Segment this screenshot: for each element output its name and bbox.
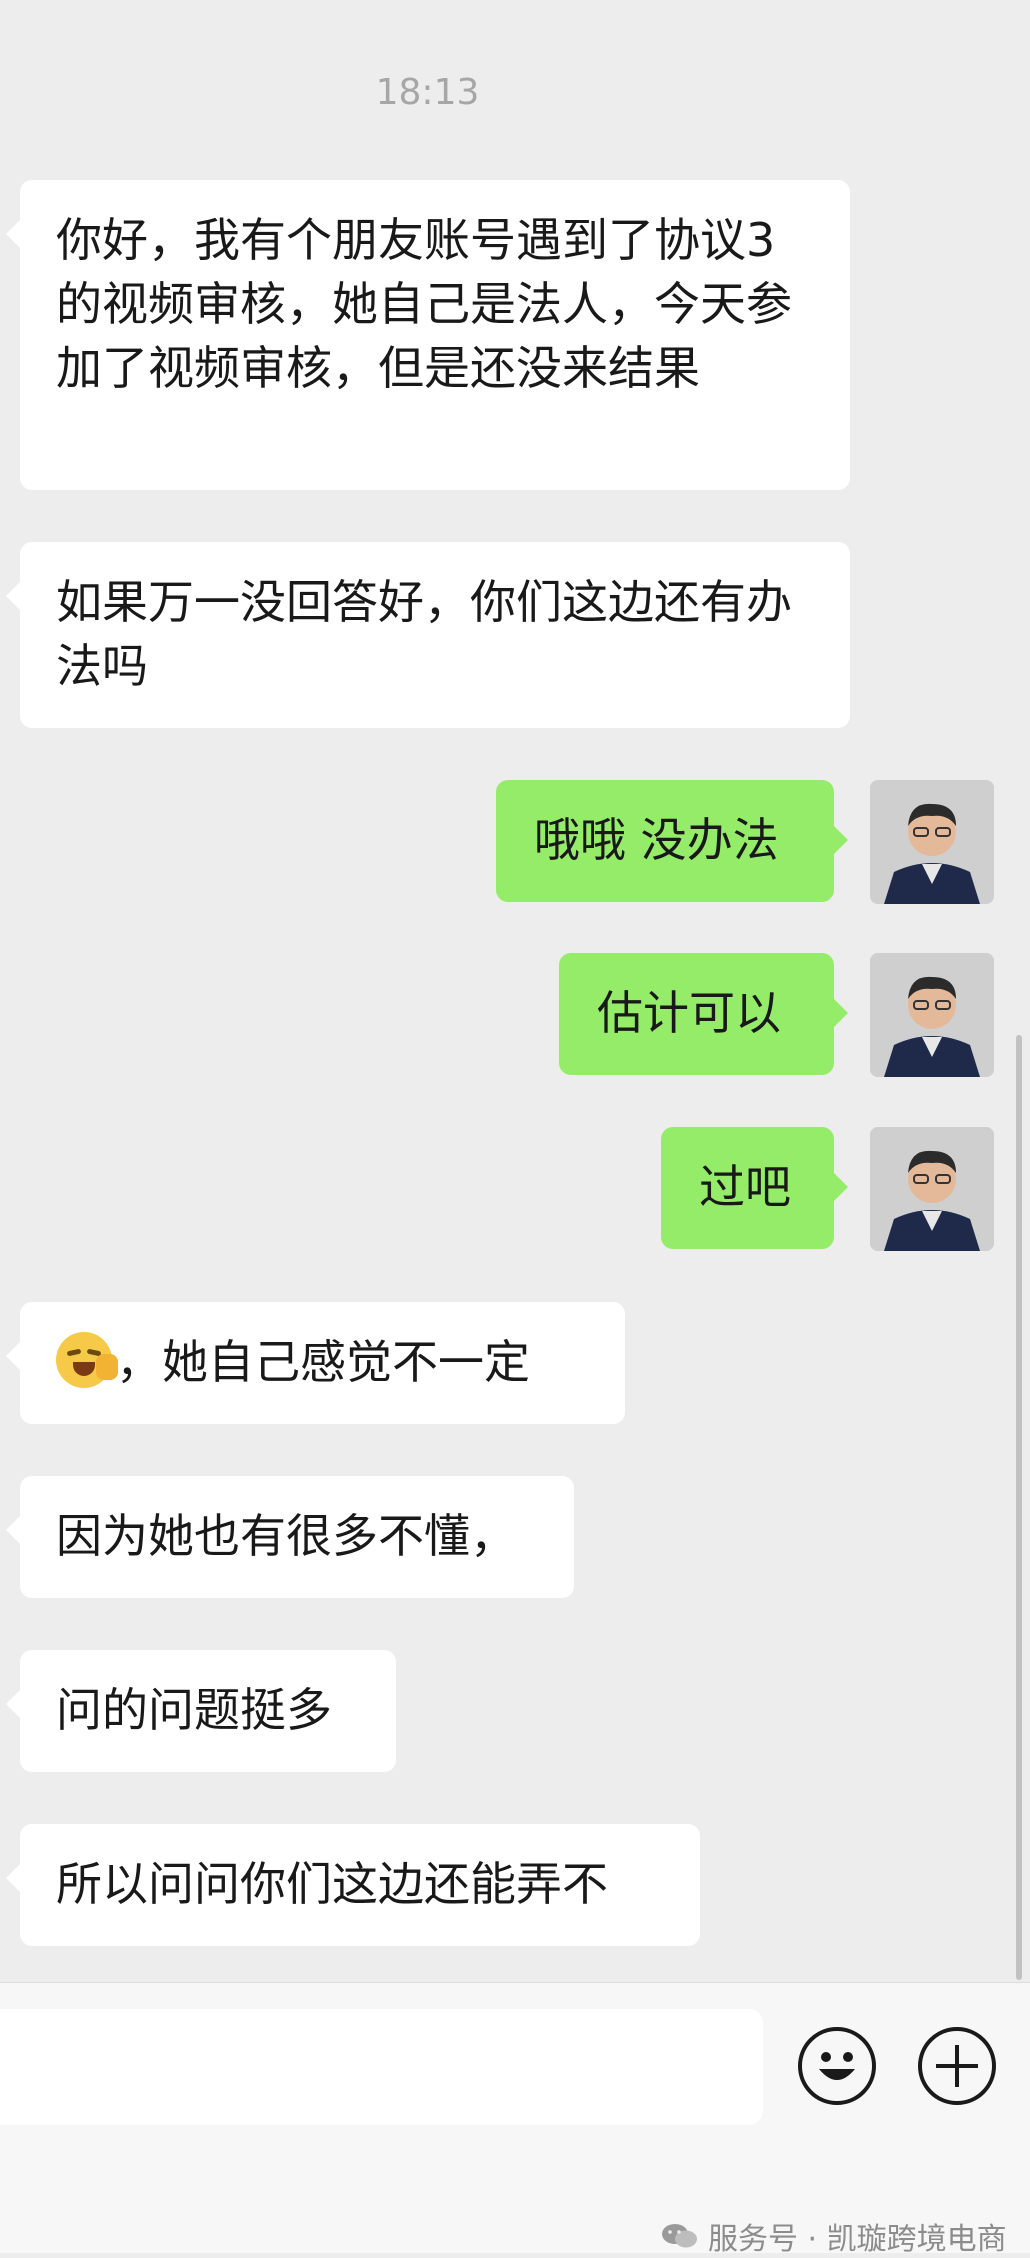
message-bubble-incoming[interactable]: 问的问题挺多 — [6, 1650, 396, 1772]
message-text: 因为她也有很多不懂， — [56, 1509, 516, 1563]
message-text: 如果万一没回答好，你们这边还有办法吗 — [56, 575, 792, 693]
message-timestamp: 18:13 — [375, 72, 480, 113]
plus-icon — [936, 2045, 978, 2087]
message-bubble-incoming[interactable]: ，她自己感觉不一定 — [6, 1302, 625, 1424]
message-bubble-outgoing[interactable]: 哦哦 没办法 — [496, 780, 848, 902]
face-palm-emoji-icon — [56, 1332, 118, 1388]
avatar[interactable] — [870, 780, 994, 904]
message-bubble-incoming[interactable]: 如果万一没回答好，你们这边还有办法吗 — [6, 542, 850, 728]
message-text: 你好，我有个朋友账号遇到了协议3的视频审核，她自己是法人，今天参加了视频审核，但… — [56, 213, 792, 395]
emoji-button[interactable] — [798, 2027, 876, 2105]
message-bubble-outgoing[interactable]: 估计可以 — [559, 953, 848, 1075]
message-text: 哦哦 没办法 — [534, 813, 779, 867]
watermark-text: 服务号 · 凯璇跨境电商 — [708, 2222, 1007, 2257]
message-bubble-outgoing[interactable]: 过吧 — [661, 1127, 848, 1249]
message-text: 估计可以 — [597, 986, 781, 1040]
message-bubble-incoming[interactable]: 你好，我有个朋友账号遇到了协议3的视频审核，她自己是法人，今天参加了视频审核，但… — [6, 180, 850, 490]
message-input[interactable] — [0, 2009, 763, 2125]
avatar[interactable] — [870, 953, 994, 1077]
plus-button[interactable] — [918, 2027, 996, 2105]
avatar-person-icon — [870, 953, 994, 1077]
input-bar — [0, 1982, 1030, 2253]
message-bubble-incoming[interactable]: 所以问问你们这边还能弄不 — [6, 1824, 700, 1946]
message-text: 所以问问你们这边还能弄不 — [56, 1857, 608, 1911]
message-text: ，她自己感觉不一定 — [116, 1335, 530, 1389]
message-text: 问的问题挺多 — [56, 1683, 332, 1737]
wechat-logo-icon — [662, 2224, 697, 2248]
message-bubble-incoming[interactable]: 因为她也有很多不懂， — [6, 1476, 574, 1598]
avatar-person-icon — [870, 780, 994, 904]
avatar-person-icon — [870, 1127, 994, 1251]
watermark: 服务号 · 凯璇跨境电商 — [660, 2214, 1007, 2258]
message-text: 过吧 — [699, 1160, 791, 1214]
scrollbar[interactable] — [1016, 1035, 1022, 1980]
smile-icon — [819, 2052, 855, 2080]
avatar[interactable] — [870, 1127, 994, 1251]
chat-area: 18:13 你好，我有个朋友账号遇到了协议3的视频审核，她自己是法人，今天参加了… — [0, 0, 1030, 1982]
